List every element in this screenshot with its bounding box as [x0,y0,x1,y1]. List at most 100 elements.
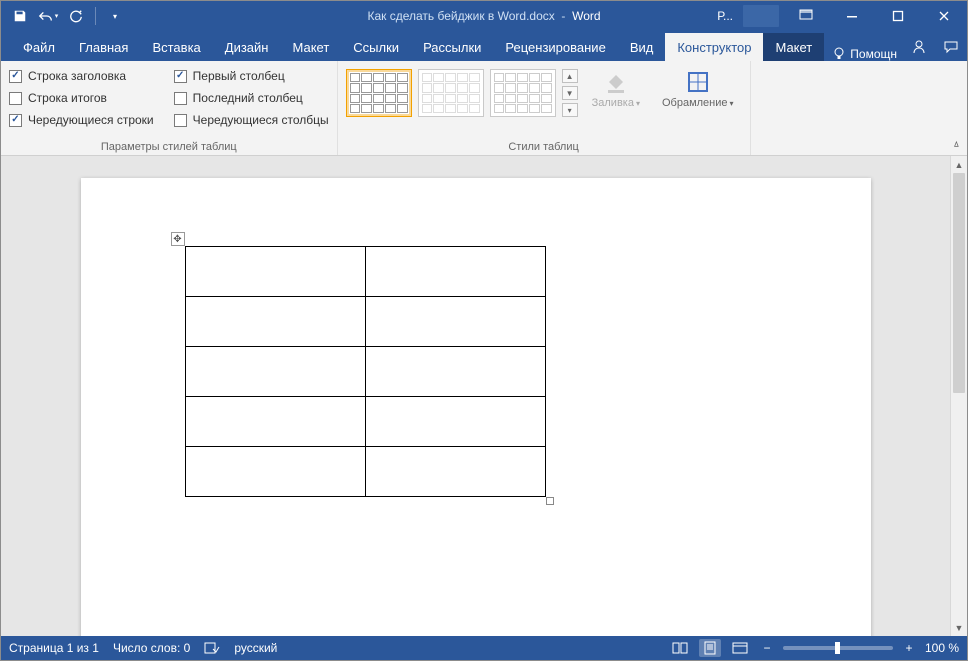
zoom-out-button[interactable]: − [759,641,775,655]
shading-button[interactable]: Заливка [584,65,648,113]
zoom-in-button[interactable]: + [901,641,917,655]
table-cell[interactable] [185,397,365,447]
table-cell[interactable] [185,297,365,347]
dropdown-icon [636,97,640,109]
table-row[interactable] [185,297,545,347]
borders-icon [685,69,711,95]
table-style-thumb[interactable] [418,69,484,117]
print-layout-button[interactable] [699,639,721,657]
tell-me-button[interactable]: Помощн [824,47,905,61]
context-tab-header: Р... [707,9,743,23]
table-cell[interactable] [185,447,365,497]
undo-button[interactable]: ▾ [37,5,59,27]
zoom-slider-thumb[interactable] [835,642,840,654]
sign-in-area[interactable] [743,5,779,27]
table-cell[interactable] [185,347,365,397]
scroll-thumb[interactable] [953,173,965,393]
shading-label: Заливка [592,97,634,109]
ribbon-right-controls [905,33,968,61]
page-indicator[interactable]: Страница 1 из 1 [9,641,99,655]
checkbox-total-row[interactable]: Строка итогов [9,87,154,109]
minimize-button[interactable] [829,1,875,31]
tab-table-design[interactable]: Конструктор [665,33,763,61]
table-cell[interactable] [185,247,365,297]
language-indicator[interactable]: русский [234,641,277,655]
tell-me-label: Помощн [850,47,897,61]
zoom-level[interactable]: 100 % [925,641,959,655]
tab-home[interactable]: Главная [67,33,140,61]
gallery-scroll-up[interactable]: ▲ [562,69,578,83]
ribbon-body: Строка заголовка Строка итогов Чередующи… [1,61,967,156]
checkbox-banded-rows[interactable]: Чередующиеся строки [9,109,154,131]
table-row[interactable] [185,247,545,297]
table-move-handle[interactable]: ✥ [171,232,185,246]
checkbox-label: Чередующиеся столбцы [193,113,329,127]
checkbox-last-column[interactable]: Последний столбец [174,87,329,109]
gallery-more-button[interactable]: ▾ [562,103,578,117]
gallery-scroll-down[interactable]: ▼ [562,86,578,100]
checkbox-icon [174,92,187,105]
scroll-track[interactable] [951,173,967,619]
qat-customize-button[interactable]: ▾ [104,5,126,27]
lightbulb-icon [832,47,846,61]
table-style-options-group: Строка заголовка Строка итогов Чередующи… [1,61,338,155]
tab-layout[interactable]: Макет [280,33,341,61]
share-button[interactable] [905,39,933,55]
ribbon-tabs: Файл Главная Вставка Дизайн Макет Ссылки… [1,31,967,61]
checkbox-header-row[interactable]: Строка заголовка [9,65,154,87]
table-cell[interactable] [365,247,545,297]
borders-button[interactable]: Обрамление [654,65,742,113]
table-resize-handle[interactable] [546,497,554,505]
redo-button[interactable] [65,5,87,27]
comments-button[interactable] [937,39,965,55]
table-cell[interactable] [365,297,545,347]
tab-mailings[interactable]: Рассылки [411,33,493,61]
collapse-ribbon-button[interactable]: ㅿ [952,136,961,151]
group-label-options: Параметры стилей таблиц [9,141,329,155]
tab-references[interactable]: Ссылки [341,33,411,61]
tab-view[interactable]: Вид [618,33,666,61]
checkbox-label: Строка итогов [28,91,107,105]
tab-insert[interactable]: Вставка [140,33,212,61]
table-cell[interactable] [365,397,545,447]
table-cell[interactable] [365,347,545,397]
read-mode-button[interactable] [669,639,691,657]
title-bar: ▾ ▾ Как сделать бейджик в Word.docx - Wo… [1,1,967,31]
checkbox-label: Первый столбец [193,69,285,83]
table-cell[interactable] [365,447,545,497]
scroll-up-button[interactable]: ▲ [951,156,967,173]
table-style-thumb[interactable] [346,69,412,117]
scroll-down-button[interactable]: ▼ [951,619,967,636]
maximize-button[interactable] [875,1,921,31]
document-page[interactable]: ✥ [81,178,871,636]
checkbox-icon [174,70,187,83]
document-table[interactable] [185,246,546,497]
ribbon-options-button[interactable] [783,1,829,31]
document-area[interactable]: ✥ [1,156,950,636]
checkbox-banded-columns[interactable]: Чередующиеся столбцы [174,109,329,131]
table-row[interactable] [185,347,545,397]
workspace: ✥ ▲ ▼ [1,156,967,636]
checkbox-label: Строка заголовка [28,69,126,83]
borders-label: Обрамление [662,97,728,109]
word-count[interactable]: Число слов: 0 [113,641,190,655]
vertical-scrollbar: ▲ ▼ [950,156,967,636]
table-style-thumb[interactable] [490,69,556,117]
checkbox-icon [9,70,22,83]
window-controls: Р... [707,1,967,31]
dropdown-icon [730,97,734,109]
tab-review[interactable]: Рецензирование [493,33,617,61]
spellcheck-button[interactable] [204,641,220,655]
save-button[interactable] [9,5,31,27]
zoom-slider[interactable] [783,646,893,650]
tab-table-layout[interactable]: Макет [763,33,824,61]
close-button[interactable] [921,1,967,31]
table-row[interactable] [185,397,545,447]
table-row[interactable] [185,447,545,497]
gallery-scroll: ▲ ▼ ▾ [562,69,578,117]
tab-design[interactable]: Дизайн [213,33,281,61]
checkbox-first-column[interactable]: Первый столбец [174,65,329,87]
checkbox-icon [9,92,22,105]
tab-file[interactable]: Файл [11,33,67,61]
web-layout-button[interactable] [729,639,751,657]
